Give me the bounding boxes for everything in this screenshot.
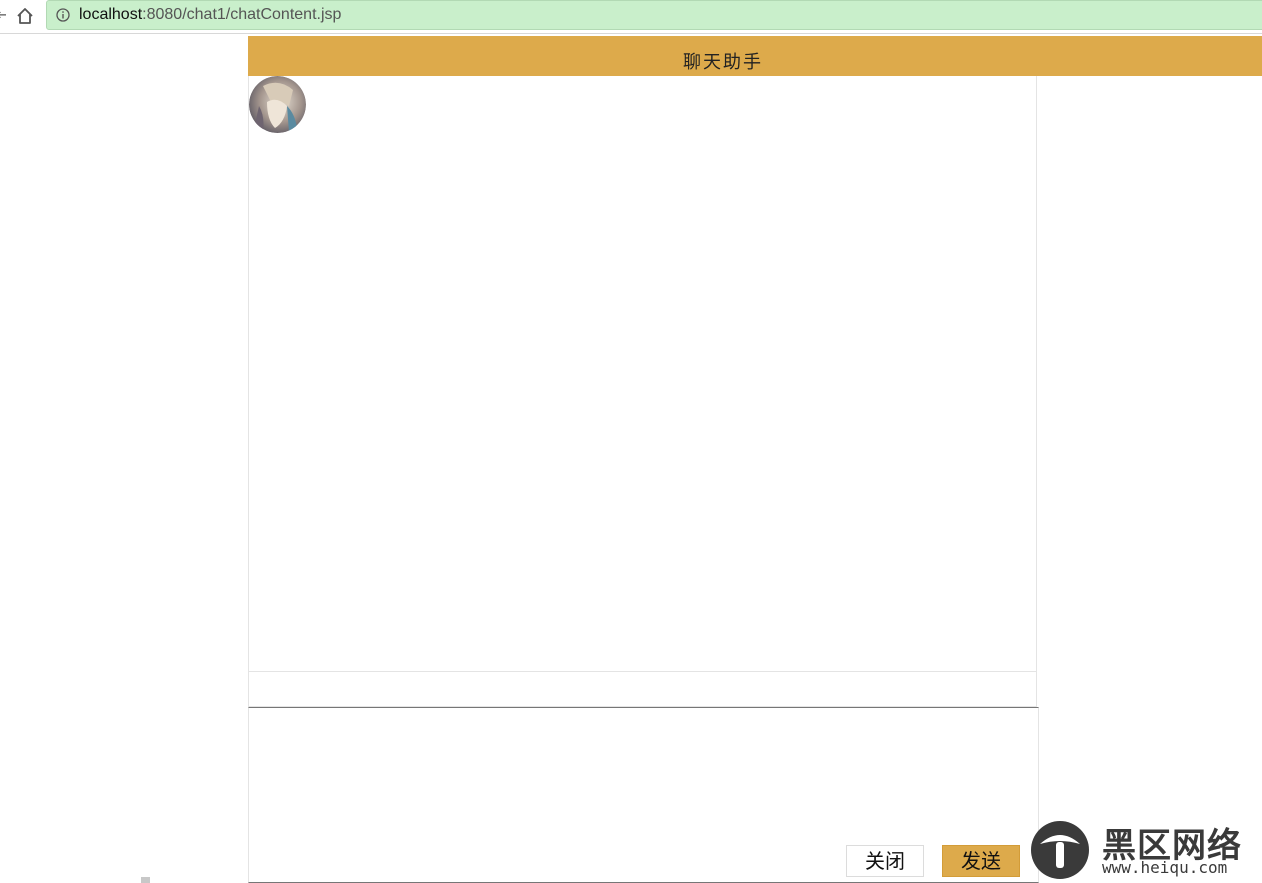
info-icon[interactable] bbox=[56, 8, 70, 22]
message-toolbar bbox=[248, 672, 1037, 707]
back-arrow-icon[interactable]: ← bbox=[0, 5, 6, 25]
home-icon[interactable] bbox=[14, 5, 36, 27]
message-area[interactable] bbox=[248, 76, 1037, 672]
chat-header: 聊天助手 bbox=[248, 36, 1262, 76]
scrollbar-fragment[interactable] bbox=[141, 877, 150, 883]
url-text: localhost:8080/chat1/chatContent.jsp bbox=[79, 5, 341, 25]
address-bar[interactable]: localhost:8080/chat1/chatContent.jsp bbox=[46, 0, 1262, 30]
url-host: localhost bbox=[79, 6, 143, 23]
browser-toolbar: ← localhost:8080/chat1/chatContent.jsp bbox=[0, 0, 1262, 34]
watermark-logo: 黑区网络 www.heiqu.com bbox=[1030, 818, 1262, 883]
close-button[interactable]: 关闭 bbox=[846, 845, 924, 877]
chat-title: 聊天助手 bbox=[683, 52, 763, 73]
url-path: :8080/chat1/chatContent.jsp bbox=[142, 6, 342, 23]
mushroom-logo-icon bbox=[1031, 821, 1089, 879]
watermark-url: www.heiqu.com bbox=[1102, 858, 1228, 877]
watermark-text: 黑区网络 bbox=[1102, 826, 1242, 866]
send-button[interactable]: 发送 bbox=[942, 845, 1020, 877]
user-avatar[interactable] bbox=[249, 76, 306, 133]
